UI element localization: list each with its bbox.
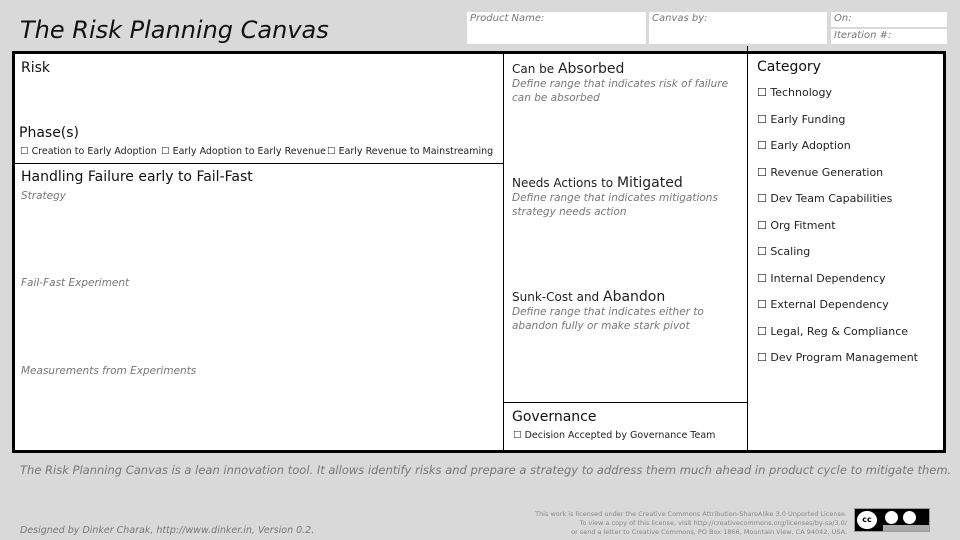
checkbox-icon: ☐ [757, 112, 767, 126]
measurements-label: Measurements from Experiments [21, 365, 197, 377]
category-checkbox[interactable]: ☐ Early Adoption [757, 139, 851, 152]
category-checkbox[interactable]: ☐ Early Funding [757, 113, 845, 126]
divider [747, 54, 748, 450]
mitigated-desc: Define range that indicates mitigations … [512, 192, 718, 218]
category-checkbox[interactable]: ☐ Dev Team Capabilities [757, 192, 892, 205]
checkbox-icon: ☐ [20, 146, 29, 157]
heading-word: Mitigated [616, 175, 683, 191]
abandon-heading: Sunk-Cost and Abandon [512, 286, 665, 305]
checkbox-icon: ☐ [327, 146, 336, 157]
category-checkbox[interactable]: ☐ Org Fitment [757, 219, 836, 232]
experiment-label: Fail-Fast Experiment [21, 277, 130, 289]
divider [15, 163, 503, 164]
phase-label: Early Adoption to Early Revenue [172, 146, 326, 157]
checkbox-icon: ☐ [757, 218, 767, 232]
category-label: Early Adoption [770, 139, 851, 152]
category-checkbox[interactable]: ☐ Dev Program Management [757, 351, 918, 364]
heading-prefix: Sunk-Cost and [512, 290, 603, 304]
mitigated-heading: Needs Actions to Mitigated [512, 172, 683, 191]
category-label: Org Fitment [770, 218, 836, 232]
category-checkbox[interactable]: ☐ Technology [757, 86, 832, 99]
checkbox-icon: ☐ [757, 245, 767, 258]
category-heading: Category [757, 59, 821, 75]
checkbox-icon: ☐ [757, 298, 767, 311]
category-checkbox[interactable]: ☐ Revenue Generation [757, 166, 883, 179]
heading-word: Abandon [603, 289, 666, 305]
category-label: Technology [770, 86, 832, 99]
checkbox-icon: ☐ [513, 430, 522, 441]
divider [503, 54, 504, 450]
abandon-desc: Define range that indicates either to ab… [512, 306, 704, 332]
governance-option-label: Decision Accepted by Governance Team [524, 430, 716, 441]
checkbox-icon: ☐ [757, 139, 767, 152]
heading-word: Absorbed [557, 61, 625, 77]
license-line: or send a letter to Creative Commons, PO… [571, 528, 847, 536]
phase-label: Creation to Early Adoption [31, 146, 157, 157]
tagline: The Risk Planning Canvas is a lean innov… [20, 463, 952, 477]
phases-heading: Phase(s) [19, 125, 80, 141]
phase-checkbox-3[interactable]: ☐ Early Revenue to Mainstreaming [327, 146, 493, 157]
checkbox-icon: ☐ [161, 146, 170, 157]
category-label: Early Funding [770, 112, 846, 126]
license-line[interactable]: To view a copy of this license, visit ht… [535, 519, 848, 528]
category-label: External Dependency [770, 298, 889, 311]
cc-by-sa-logo[interactable]: cc [854, 508, 930, 532]
divider [504, 402, 747, 403]
checkbox-icon: ☐ [757, 192, 767, 205]
category-checkbox[interactable]: ☐ External Dependency [757, 298, 889, 311]
handling-heading: Handling Failure early to Fail-Fast [21, 169, 253, 185]
absorbed-heading: Can be Absorbed [512, 58, 624, 77]
checkbox-icon: ☐ [757, 351, 767, 364]
checkbox-icon: ☐ [757, 86, 767, 99]
phase-checkbox-2[interactable]: ☐ Early Adoption to Early Revenue [161, 146, 326, 157]
checkbox-icon: ☐ [757, 271, 767, 285]
canvas-by-field[interactable]: Canvas by: [649, 12, 827, 44]
license-text: This work is licensed under the Creative… [535, 510, 847, 537]
category-checkbox[interactable]: ☐ Internal Dependency [757, 272, 886, 285]
governance-checkbox[interactable]: ☐ Decision Accepted by Governance Team [513, 430, 715, 441]
product-name-field[interactable]: Product Name: [467, 12, 646, 44]
phase-label: Early Revenue to Mainstreaming [338, 146, 494, 157]
absorbed-desc: Define range that indicates risk of fail… [512, 78, 729, 104]
category-checkbox[interactable]: ☐ Scaling [757, 245, 810, 258]
heading-prefix: Needs Actions to [512, 176, 617, 190]
heading-prefix: Can be [512, 62, 558, 76]
category-label: Legal, Reg & Compliance [770, 324, 909, 338]
category-label: Scaling [770, 245, 811, 258]
category-checkbox[interactable]: ☐ Legal, Reg & Compliance [757, 325, 908, 338]
on-field[interactable]: On: [831, 12, 947, 27]
category-label: Dev Program Management [770, 351, 918, 364]
checkbox-icon: ☐ [757, 324, 767, 338]
risk-heading: Risk [21, 60, 51, 76]
phase-checkbox-1[interactable]: ☐ Creation to Early Adoption [20, 146, 157, 157]
credit: Designed by Dinker Charak, http://www.di… [20, 525, 315, 536]
category-label: Dev Team Capabilities [770, 192, 893, 205]
category-label: Revenue Generation [770, 165, 884, 179]
checkbox-icon: ☐ [757, 165, 767, 179]
iteration-field[interactable]: Iteration #: [831, 29, 947, 44]
governance-heading: Governance [512, 409, 597, 425]
page-title: The Risk Planning Canvas [20, 16, 329, 44]
strategy-label: Strategy [21, 190, 66, 202]
license-line: This work is licensed under the Creative… [535, 510, 847, 518]
category-label: Internal Dependency [770, 271, 886, 285]
